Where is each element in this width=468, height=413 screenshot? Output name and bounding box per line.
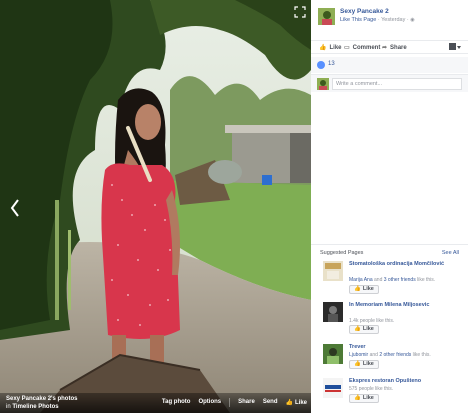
page-thumbnail[interactable] — [323, 302, 343, 322]
comment-input[interactable] — [332, 78, 462, 90]
post-meta: Like This Page · Yesterday · ◉ — [340, 17, 415, 23]
suggested-pages: Suggested Pages See All Stomatološka ord… — [311, 244, 468, 413]
suggested-page-social: 575 people like this. — [349, 386, 394, 392]
like-page-button[interactable]: 👍 Like — [349, 285, 379, 294]
photo-footer: Sexy Pancake 2's photos in Timeline Phot… — [0, 393, 311, 413]
suggested-page-name[interactable]: In Memoriam Milena Miljosevic — [349, 302, 459, 309]
post-share-button[interactable]: ➦ Share — [382, 44, 407, 52]
suggested-page-social: Marija Ana and 3 other friends like this… — [349, 277, 435, 283]
like-button-label: Like — [362, 326, 374, 332]
reactions-bar: 13 — [311, 57, 468, 73]
suggested-page-name[interactable]: Trever — [349, 344, 459, 351]
fullscreen-button[interactable] — [294, 6, 306, 18]
thumbs-up-icon: 👍 — [354, 395, 361, 401]
view-as-selector[interactable] — [449, 43, 461, 51]
post-like-button[interactable]: 👍 Like — [319, 44, 342, 52]
post-like-label: Like — [329, 44, 342, 51]
share-icon: ➦ — [382, 45, 388, 51]
suggested-heading: Suggested Pages — [320, 250, 364, 256]
avatar-image — [317, 78, 329, 90]
photo-viewer[interactable]: Sexy Pancake 2's photos in Timeline Phot… — [0, 0, 311, 413]
like-page-button[interactable]: 👍 Like — [349, 394, 379, 403]
share-button[interactable]: Share — [238, 399, 255, 407]
other-friends[interactable]: 3 other friends — [384, 277, 416, 283]
suggested-page-name[interactable]: Ekspres restoran Opušteno — [349, 378, 459, 385]
like-button-label: Like — [362, 286, 374, 292]
suggested-page-social: Ljubomir and 2 other friends like this. — [349, 352, 431, 358]
suggested-page-name[interactable]: Stomatološka ordinacija Momčilović — [349, 261, 459, 268]
divider — [229, 398, 231, 407]
suggested-header: Suggested Pages See All — [320, 250, 459, 256]
like-page-button[interactable]: 👍 Like — [349, 325, 379, 334]
social-text: and — [368, 352, 380, 358]
album-info: Sexy Pancake 2's photos in Timeline Phot… — [6, 395, 77, 411]
chevron-left-icon — [10, 199, 19, 217]
thumbs-up-icon: 👍 — [319, 45, 327, 51]
previous-photo-button[interactable] — [4, 195, 26, 221]
post-share-label: Share — [390, 44, 407, 51]
post-comment-label: Comment — [352, 44, 381, 51]
meta-separator: · — [406, 17, 409, 23]
social-text: like this. — [411, 352, 431, 358]
avatar-image — [318, 8, 335, 25]
page-thumbnail[interactable] — [323, 344, 343, 364]
suggested-page-social: 1.4k people like this. — [349, 318, 395, 324]
page-name[interactable]: Sexy Pancake 2 — [340, 8, 389, 15]
social-text: and — [372, 277, 384, 283]
tag-photo-button[interactable]: Tag photo — [162, 399, 191, 407]
thumbs-up-icon: 👍 — [285, 400, 293, 406]
album-location: in Timeline Photos — [6, 404, 59, 410]
options-button[interactable]: Options — [198, 399, 221, 407]
photo — [0, 0, 311, 413]
post-header: Sexy Pancake 2 Like This Page · Yesterda… — [318, 8, 463, 28]
friend-name[interactable]: Marija Ana — [349, 277, 373, 283]
like-page-link[interactable]: Like This Page — [340, 17, 376, 23]
thumbs-up-icon: 👍 — [354, 286, 361, 292]
friend-name[interactable]: Ljubomir — [349, 352, 368, 358]
fullscreen-icon — [294, 6, 306, 18]
album-title[interactable]: Sexy Pancake 2's photos — [6, 395, 77, 403]
page-selector-icon — [449, 43, 461, 50]
like-page-button[interactable]: 👍 Like — [349, 360, 379, 369]
page-thumbnail[interactable] — [323, 378, 343, 398]
thumbs-up-icon: 👍 — [354, 326, 361, 332]
other-friends[interactable]: 2 other friends — [379, 352, 411, 358]
like-button[interactable]: 👍 Like — [286, 399, 308, 407]
post-actions: 👍 Like ▭ Comment ➦ Share — [311, 40, 468, 54]
photo-actions: Tag photo Options Share Send 👍 Like — [154, 398, 308, 407]
like-button-label: Like — [362, 361, 374, 367]
post-comment-button[interactable]: ▭ Comment — [344, 44, 381, 52]
comment-icon: ▭ — [344, 45, 350, 51]
commenter-avatar — [317, 78, 329, 90]
page-thumbnail[interactable] — [323, 261, 343, 281]
thumbs-up-icon: 👍 — [354, 361, 361, 367]
globe-icon: ◉ — [410, 17, 415, 23]
page-avatar[interactable] — [318, 8, 335, 25]
like-reaction-icon — [317, 61, 325, 69]
post-sidebar: Sexy Pancake 2 Like This Page · Yesterda… — [311, 0, 468, 413]
social-text: like this. — [415, 277, 436, 283]
album-location-prefix: in — [6, 404, 11, 410]
reaction-count[interactable]: 13 — [328, 61, 335, 67]
album-location-link[interactable]: Timeline Photos — [12, 404, 58, 410]
comment-composer — [311, 74, 468, 92]
send-button[interactable]: Send — [263, 399, 278, 407]
see-all-link[interactable]: See All — [442, 250, 459, 256]
meta-separator: · — [377, 17, 380, 23]
post-time[interactable]: Yesterday — [381, 17, 405, 23]
like-button-label: Like — [362, 395, 374, 401]
like-label: Like — [294, 400, 307, 406]
